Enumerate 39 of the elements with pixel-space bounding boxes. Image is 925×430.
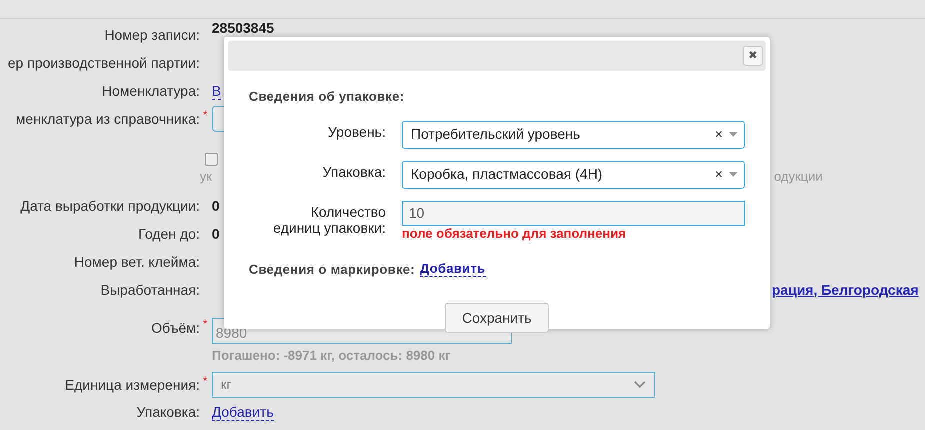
add-link[interactable]: Добавить: [420, 261, 486, 278]
input-field[interactable]: 10: [402, 200, 745, 226]
error-message: поле обязательно для заполнения: [402, 226, 628, 242]
add-link[interactable]: В: [212, 82, 222, 100]
checkbox-label: ук: [200, 168, 212, 186]
dropdown-arrow-icon: [729, 132, 738, 137]
field-label: Номенклатура:: [102, 82, 200, 101]
section-title: Сведения о маркировке:: [249, 260, 416, 279]
checkbox-label: одукции: [774, 168, 823, 186]
field-label: Упаковка:: [136, 402, 200, 422]
field-label: Годен до:: [138, 224, 200, 244]
address-link[interactable]: рация, Белгородская: [772, 280, 919, 300]
field-label: Номер записи:: [104, 26, 200, 45]
required-mark: *: [203, 106, 208, 124]
field-label: Упаковка:: [322, 164, 386, 182]
dropdown-arrow-icon: [729, 172, 738, 177]
clear-icon[interactable]: ×: [714, 164, 723, 185]
record-value: 28503845: [212, 21, 274, 36]
field-label: Дата выработки продукции:: [20, 196, 200, 216]
add-link[interactable]: Добавить: [212, 404, 274, 420]
section-title: Сведения об упаковке:: [249, 88, 406, 106]
dropdown-select[interactable]: Потребительский уровень ×: [402, 120, 745, 148]
field-label: ер производственной партии:: [8, 54, 200, 73]
field-label: Выработанная:: [100, 280, 200, 300]
close-button[interactable]: ✖: [743, 46, 763, 66]
chevron-down-icon: [634, 381, 646, 389]
unit-select[interactable]: кг: [212, 372, 655, 398]
volume-hint: Погашено: -8971 кг, осталось: 8980 кг: [212, 347, 452, 365]
record-value: 0: [212, 226, 220, 242]
field-label: Количество единиц упаковки:: [272, 204, 386, 238]
required-mark: *: [203, 372, 208, 390]
field-label: Номер вет. клейма:: [74, 252, 200, 272]
clear-icon[interactable]: ×: [714, 124, 723, 145]
save-button[interactable]: Сохранить: [445, 303, 549, 333]
required-mark: *: [203, 316, 208, 333]
dropdown-select[interactable]: Коробка, пластмассовая (4Н) ×: [402, 160, 745, 188]
record-value: 0: [212, 198, 220, 214]
checkbox[interactable]: [205, 153, 218, 166]
field-label: Уровень:: [327, 124, 386, 142]
